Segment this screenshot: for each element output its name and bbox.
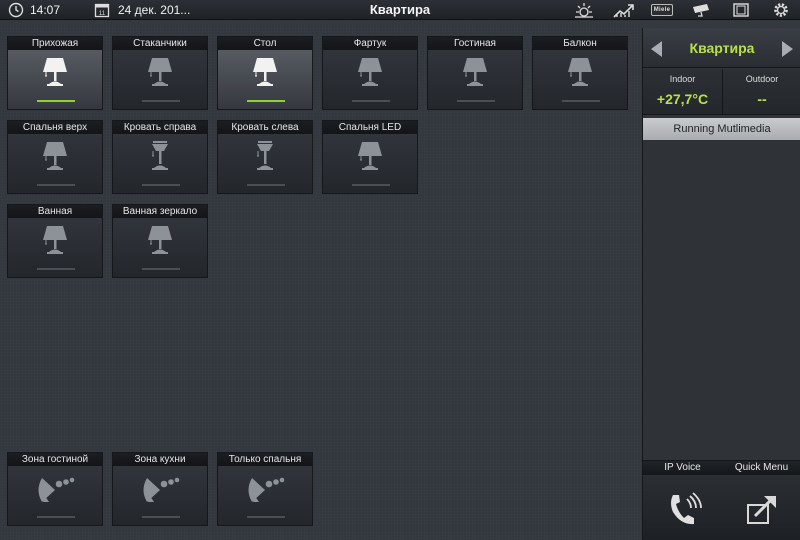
indoor-label: Indoor: [669, 74, 696, 84]
room-switcher: Квартира: [643, 28, 800, 68]
tile-label: Гостиная: [428, 37, 522, 50]
light-tile[interactable]: Балкон: [532, 36, 628, 110]
table-lamp-icon: [533, 50, 627, 96]
weather-icon[interactable]: [572, 1, 596, 19]
light-tile[interactable]: Кровать справа: [112, 120, 208, 194]
tile-label: Фартук: [323, 37, 417, 50]
state-indicator-bar: [457, 100, 495, 102]
light-tile[interactable]: Ванная: [7, 204, 103, 278]
ip-voice-button[interactable]: IP Voice: [643, 460, 722, 540]
outdoor-temperature: Outdoor --: [723, 69, 800, 115]
ip-voice-label: IP Voice: [643, 461, 722, 475]
light-tile[interactable]: Спальня LED: [322, 120, 418, 194]
panel-list-area: [643, 140, 800, 460]
state-indicator-bar: [352, 100, 390, 102]
table-lamp-icon: [8, 218, 102, 264]
clock-icon: [8, 1, 24, 19]
tile-label: Зона гостиной: [8, 453, 102, 466]
light-tile[interactable]: Фартук: [322, 36, 418, 110]
table-lamp-icon: [323, 134, 417, 180]
table-lamp-icon: [428, 50, 522, 96]
quick-menu-label: Quick Menu: [722, 461, 800, 475]
audio-zone-tile[interactable]: Только спальня: [217, 452, 313, 526]
state-indicator-bar: [37, 268, 75, 270]
light-tile[interactable]: Ванная зеркало: [112, 204, 208, 278]
indoor-value: +27,7°C: [656, 91, 709, 107]
tile-label: Спальня LED: [323, 121, 417, 134]
outdoor-label: Outdoor: [745, 74, 779, 84]
light-tile[interactable]: Прихожая: [7, 36, 103, 110]
table-lamp-icon: [113, 50, 207, 96]
tile-label: Ванная зеркало: [113, 205, 207, 218]
state-indicator-bar: [37, 184, 75, 186]
calendar-icon: 11: [94, 1, 110, 19]
page-title: Квартира: [369, 2, 431, 17]
state-indicator-bar: [352, 184, 390, 186]
state-indicator-bar: [37, 516, 75, 518]
table-lamp-icon: [323, 50, 417, 96]
light-tile[interactable]: Гостиная: [427, 36, 523, 110]
light-tile[interactable]: Стол: [217, 36, 313, 110]
audio-zone-icon: [113, 466, 207, 512]
screen-icon[interactable]: [730, 1, 752, 19]
date-display: 24 дек. 201...: [118, 3, 191, 17]
light-tile[interactable]: Стаканчики: [112, 36, 208, 110]
state-indicator-bar: [142, 268, 180, 270]
table-lamp-icon: [8, 50, 102, 96]
ceiling-lamp-icon: [113, 134, 207, 180]
indoor-temperature: Indoor +27,7°C: [643, 69, 722, 115]
svg-text:11: 11: [99, 11, 106, 17]
audio-zone-icon: [8, 466, 102, 512]
tile-label: Зона кухни: [113, 453, 207, 466]
light-tile[interactable]: Кровать слева: [217, 120, 313, 194]
tile-label: Прихожая: [8, 37, 102, 50]
tile-label: Стаканчики: [113, 37, 207, 50]
state-indicator-bar: [247, 184, 285, 186]
settings-gear-icon[interactable]: [770, 1, 792, 19]
table-lamp-icon: [218, 50, 312, 96]
tile-label: Только спальня: [218, 453, 312, 466]
state-indicator-bar: [562, 100, 600, 102]
outdoor-value: --: [757, 91, 767, 107]
audio-zone-tile[interactable]: Зона кухни: [112, 452, 208, 526]
state-indicator-bar: [247, 100, 285, 102]
state-indicator-bar: [142, 100, 180, 102]
phone-icon: [643, 479, 722, 539]
audio-zone-tile[interactable]: Зона гостиной: [7, 452, 103, 526]
tile-label: Ванная: [8, 205, 102, 218]
tile-label: Кровать слева: [218, 121, 312, 134]
state-indicator-bar: [247, 516, 285, 518]
tile-label: Стол: [218, 37, 312, 50]
room-title: Квартира: [689, 40, 755, 56]
miele-logo: Miele: [650, 4, 674, 16]
state-indicator-bar: [37, 100, 75, 102]
state-indicator-bar: [142, 516, 180, 518]
table-lamp-icon: [8, 134, 102, 180]
tile-label: Кровать справа: [113, 121, 207, 134]
top-bar: 14:07 11 24 дек. 201... Квартира Miele: [0, 0, 800, 20]
tile-label: Балкон: [533, 37, 627, 50]
ceiling-lamp-icon: [218, 134, 312, 180]
running-multimedia-item[interactable]: Running Mutlimedia: [643, 118, 800, 140]
previous-room-arrow-icon[interactable]: [651, 41, 662, 57]
expand-arrows-icon: [722, 479, 800, 539]
quick-menu-button[interactable]: Quick Menu: [722, 460, 800, 540]
tile-label: Спальня верх: [8, 121, 102, 134]
camera-icon[interactable]: [690, 1, 714, 19]
miele-appliance-button[interactable]: Miele: [648, 1, 676, 19]
state-indicator-bar: [142, 184, 180, 186]
audio-zone-icon: [218, 466, 312, 512]
energy-graph-icon[interactable]: [612, 1, 636, 19]
next-room-arrow-icon[interactable]: [782, 41, 793, 57]
right-panel: Квартира Indoor +27,7°C Outdoor -- Runni…: [642, 28, 800, 540]
light-tile[interactable]: Спальня верх: [7, 120, 103, 194]
table-lamp-icon: [113, 218, 207, 264]
time-display: 14:07: [30, 3, 61, 17]
